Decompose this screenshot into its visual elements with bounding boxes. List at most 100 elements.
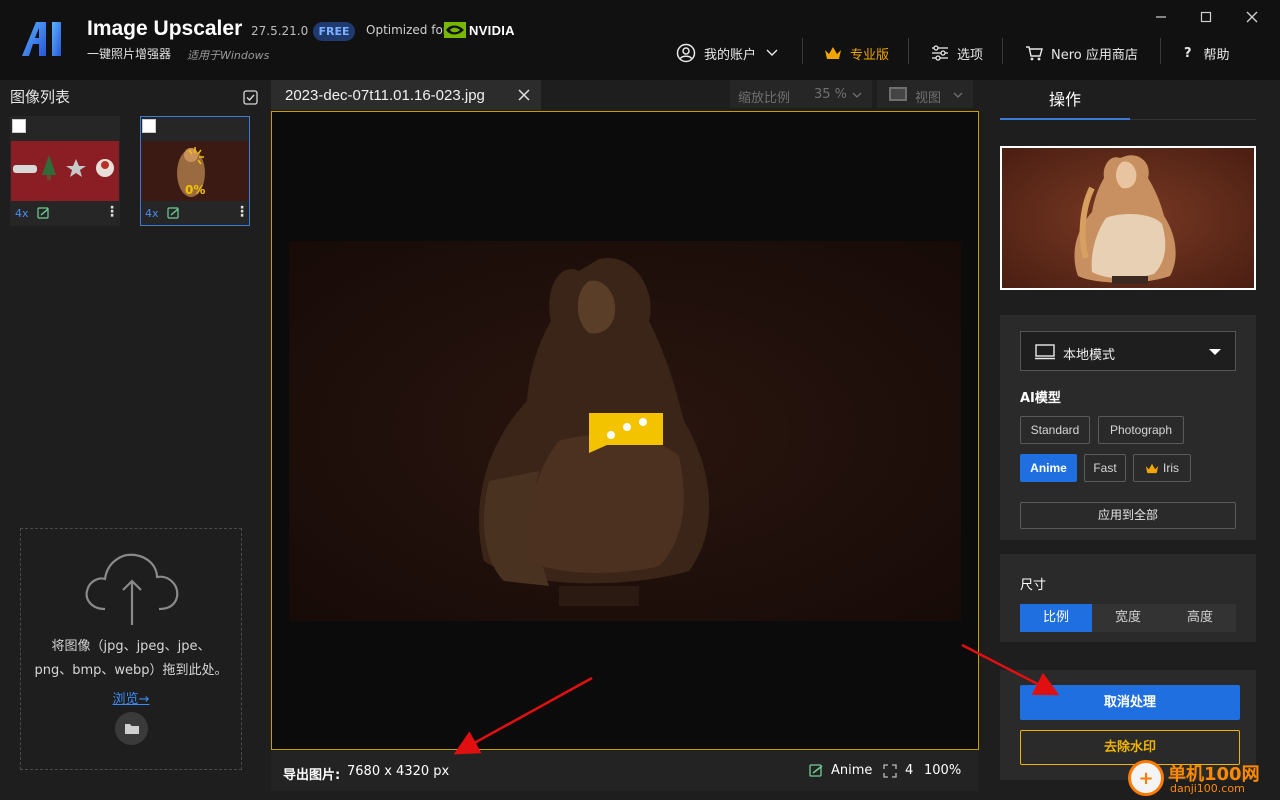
zoom-control[interactable]: 缩放比例 35 % — [730, 80, 872, 108]
size-card: 尺寸 比例 宽度 高度 — [1000, 554, 1256, 642]
nav-separator — [908, 38, 909, 64]
view-label: 视图 — [915, 91, 942, 106]
thumbnail-checkbox[interactable] — [142, 119, 156, 133]
chevron-down-icon — [766, 49, 778, 56]
maximize-icon — [1200, 11, 1212, 23]
zoom-label: 缩放比例 — [738, 91, 791, 106]
nav-store[interactable]: Nero 应用商店 — [1025, 40, 1138, 66]
edit-settings-icon[interactable] — [167, 207, 180, 219]
sliders-icon — [932, 45, 948, 61]
folder-icon — [124, 724, 139, 734]
monitor-icon — [1035, 344, 1055, 360]
nav-options-label: 选项 — [957, 47, 984, 63]
site-url: danji100.com — [1170, 782, 1245, 795]
drop-zone-text-1: 将图像（jpg、jpeg、jpe、 — [51, 639, 211, 654]
nav-account[interactable]: 我的账户 — [676, 40, 778, 66]
settings-card: 本地模式 AI模型 Standard Photograph Anime Fast… — [1000, 315, 1256, 540]
edit-settings-icon[interactable] — [37, 207, 50, 219]
maximize-button[interactable] — [1192, 6, 1220, 28]
minimize-icon — [1156, 16, 1166, 18]
nav-separator — [802, 38, 803, 64]
image-thumbnail-active[interactable]: 0% 4x ⋮ — [140, 116, 250, 226]
preview-canvas[interactable] — [271, 111, 979, 750]
app-tagline-sub: 适用于Windows — [187, 49, 270, 62]
thumbnail-scale: 4x — [15, 207, 29, 220]
site-logo-icon: + — [1128, 760, 1164, 796]
browse-link[interactable]: 浏览→ — [21, 688, 241, 707]
site-watermark: + 单机100网 danji100.com — [1128, 758, 1280, 800]
file-tab-name: 2023-dec-07t11.01.16-023.jpg — [285, 87, 485, 104]
app-tagline: 一键照片增强器 — [87, 47, 172, 61]
export-label: 导出图片: — [283, 768, 341, 783]
close-window-button[interactable] — [1238, 6, 1266, 28]
nav-store-label: Nero 应用商店 — [1051, 47, 1138, 63]
model-iris-label: Iris — [1163, 461, 1179, 475]
processing-progress: 0% — [185, 183, 206, 197]
help-icon: ? — [1184, 45, 1192, 61]
edit-settings-icon — [809, 764, 823, 777]
cloud-upload-icon — [85, 553, 179, 625]
model-anime-button[interactable]: Anime — [1020, 454, 1077, 482]
cart-icon — [1026, 46, 1043, 61]
minimize-button[interactable] — [1147, 6, 1175, 28]
apply-to-all-button[interactable]: 应用到全部 — [1020, 502, 1236, 529]
more-options-icon[interactable]: ⋮ — [105, 205, 119, 219]
crown-icon — [825, 47, 841, 59]
nav-help-label: 帮助 — [1203, 47, 1230, 63]
nav-account-label: 我的账户 — [704, 47, 757, 63]
close-tab-icon[interactable] — [517, 88, 531, 102]
model-standard-button[interactable]: Standard — [1020, 416, 1090, 444]
thumbnail-checkbox[interactable] — [12, 119, 26, 133]
chevron-down-icon — [953, 92, 963, 98]
zoom-value: 35 % — [814, 87, 848, 102]
image-list-title: 图像列表 — [10, 88, 71, 106]
preview-image — [289, 241, 961, 621]
more-options-icon[interactable]: ⋮ — [235, 205, 249, 219]
status-model: Anime — [831, 763, 873, 778]
nav-pro-label: 专业版 — [850, 47, 890, 63]
cancel-processing-button[interactable]: 取消处理 — [1020, 685, 1240, 720]
nav-help[interactable]: ? 帮助 — [1184, 40, 1230, 66]
view-control[interactable]: 视图 — [877, 80, 973, 108]
drop-zone[interactable]: 将图像（jpg、jpeg、jpe、 png、bmp、webp）拖到此处。 浏览→ — [20, 528, 242, 770]
crown-icon — [1145, 463, 1159, 473]
model-photograph-button[interactable]: Photograph — [1098, 416, 1184, 444]
model-iris-button[interactable]: Iris — [1133, 454, 1191, 482]
chevron-down-icon — [852, 92, 862, 98]
image-thumbnail[interactable]: 4x ⋮ — [10, 116, 120, 226]
export-resolution: 7680 x 4320 px — [347, 764, 450, 779]
user-icon — [676, 43, 696, 63]
size-tab-ratio[interactable]: 比例 — [1020, 604, 1092, 632]
ai-model-title: AI模型 — [1020, 391, 1061, 406]
operations-tab[interactable]: 操作 — [1000, 80, 1130, 120]
result-preview — [1000, 146, 1256, 290]
thumbnail-scale: 4x — [145, 207, 159, 220]
thumbnail-image — [11, 141, 119, 201]
close-icon — [1246, 11, 1258, 23]
caret-down-icon — [1209, 349, 1221, 355]
file-tab[interactable]: 2023-dec-07t11.01.16-023.jpg — [271, 80, 541, 110]
result-preview-image — [1002, 148, 1254, 288]
nav-options[interactable]: 选项 — [931, 40, 983, 66]
nvidia-logo: NVIDIA — [444, 20, 515, 40]
tab-divider — [1130, 119, 1256, 120]
optimized-for-label: Optimized for — [366, 23, 448, 37]
nvidia-eye-icon — [444, 22, 466, 38]
status-scale: 4 — [905, 763, 914, 778]
nav-separator — [1160, 38, 1161, 64]
drop-zone-text-2: png、bmp、webp）拖到此处。 — [34, 663, 228, 678]
app-name: Image Upscaler — [87, 17, 243, 40]
view-icon — [889, 87, 907, 101]
mode-dropdown-value: 本地模式 — [1063, 348, 1116, 363]
expand-icon — [883, 764, 897, 778]
model-fast-button[interactable]: Fast — [1084, 454, 1126, 482]
size-tab-width[interactable]: 宽度 — [1092, 604, 1164, 632]
size-tab-height[interactable]: 高度 — [1164, 604, 1236, 632]
status-bar: 导出图片: 7680 x 4320 px Anime 4 100% — [271, 751, 979, 791]
select-all-checkbox[interactable] — [243, 90, 258, 105]
ai-logo-icon — [22, 22, 61, 56]
mode-dropdown[interactable]: 本地模式 — [1020, 331, 1236, 371]
free-badge: FREE — [313, 22, 355, 41]
nav-pro[interactable]: 专业版 — [824, 40, 889, 66]
open-folder-button[interactable] — [115, 712, 148, 745]
